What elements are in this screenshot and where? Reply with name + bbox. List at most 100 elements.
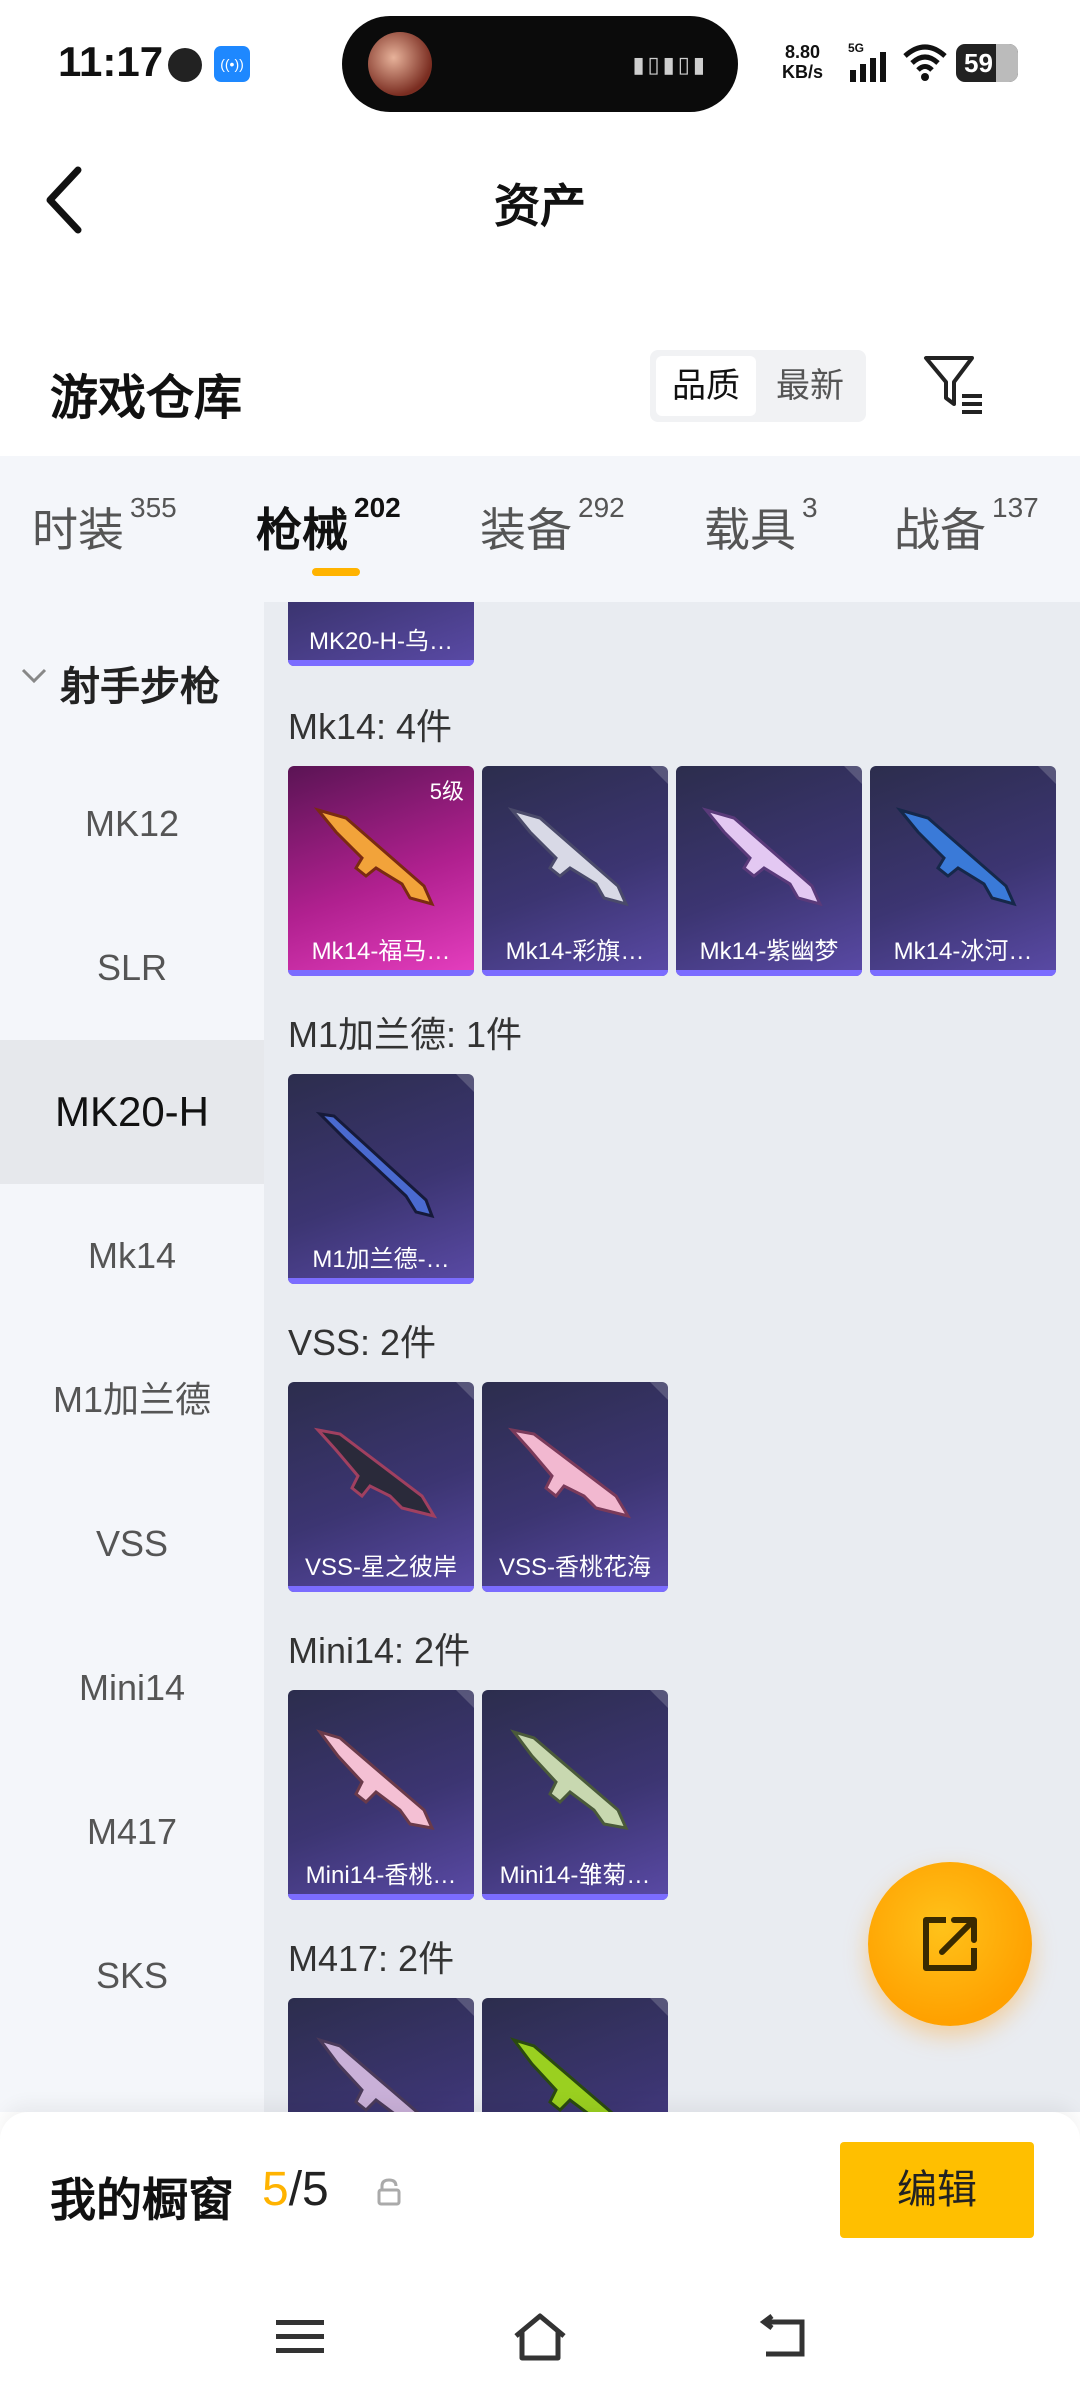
weapon-card[interactable]: Mini14-香桃… bbox=[288, 1690, 474, 1900]
tab-count: 355 bbox=[130, 492, 177, 523]
tab-label: 战备 bbox=[894, 504, 986, 556]
battery-icon: 59 bbox=[956, 44, 1018, 82]
rifle-image bbox=[701, 807, 823, 907]
dynamic-island[interactable]: ▮▯▮▯▮ bbox=[342, 16, 738, 112]
sort-toggle: 品质 最新 bbox=[650, 350, 866, 422]
system-nav-bar bbox=[0, 2282, 1080, 2400]
rifle-image bbox=[895, 807, 1017, 907]
audio-wave-icon: ▮▯▮▯▮ bbox=[632, 52, 708, 77]
tab-fashion[interactable]: 时装 355 bbox=[32, 492, 177, 560]
battery-level: 59 bbox=[964, 48, 993, 78]
rifle-image bbox=[507, 1427, 632, 1519]
group-title-m1-garand: M1加兰德: 1件 bbox=[288, 1014, 523, 1055]
weapon-card[interactable]: Mk14-紫幽梦 bbox=[676, 766, 862, 976]
rifle-image bbox=[313, 1427, 438, 1519]
weapon-card[interactable] bbox=[288, 1998, 474, 2112]
weapon-category-sidebar: 射手步枪 MK12 SLR MK20-H Mk14 M1加兰德 VSS Mini… bbox=[0, 602, 264, 2112]
showcase-total: /5 bbox=[288, 2163, 329, 2216]
rifle-image bbox=[313, 807, 435, 907]
home-icon[interactable] bbox=[512, 2312, 568, 2362]
menu-icon[interactable] bbox=[272, 2312, 328, 2362]
sidebar-item-mini14[interactable]: Mini14 bbox=[0, 1616, 264, 1760]
network-speed-value: 8.80 bbox=[784, 42, 821, 62]
filter-icon[interactable] bbox=[922, 352, 986, 416]
rifle-image bbox=[316, 2037, 420, 2112]
showcase-bar: 我的橱窗 5/5 编辑 bbox=[0, 2112, 1080, 2282]
weapon-card-name: Mini14-雏菊… bbox=[499, 1862, 651, 1889]
weapon-card-name: Mk14-彩旗… bbox=[505, 938, 645, 965]
tab-vehicles[interactable]: 载具 3 bbox=[704, 492, 818, 560]
share-button[interactable] bbox=[868, 1862, 1032, 2026]
active-tab-indicator bbox=[312, 568, 360, 576]
weapon-card-name: Mk14-冰河… bbox=[893, 938, 1033, 965]
weapon-card-name: VSS-星之彼岸 bbox=[304, 1554, 457, 1581]
tab-weapons[interactable]: 枪械 202 bbox=[256, 492, 401, 560]
weapon-card[interactable]: M1加兰德-… bbox=[288, 1074, 474, 1284]
sidebar-group-label: 射手步枪 bbox=[60, 665, 220, 709]
weapon-card[interactable] bbox=[482, 1998, 668, 2112]
warehouse-header: 游戏仓库 品质 最新 bbox=[0, 340, 1080, 440]
weapon-card[interactable]: VSS-星之彼岸 bbox=[288, 1382, 474, 1592]
tab-count: 3 bbox=[802, 492, 818, 523]
tab-count: 292 bbox=[578, 492, 625, 523]
category-tabs: 时装 355 枪械 202 装备 292 载具 3 战备 137 bbox=[0, 456, 1080, 602]
sidebar-item-vss[interactable]: VSS bbox=[0, 1472, 264, 1616]
chevron-down-icon bbox=[21, 668, 47, 684]
external-link-icon bbox=[923, 1917, 977, 1971]
rifle-image bbox=[507, 807, 629, 907]
weapon-card-name: Mk14-福马… bbox=[311, 938, 451, 965]
sidebar-group-marksman[interactable]: 射手步枪 bbox=[0, 642, 264, 716]
hotspot-icon: ((•)) bbox=[214, 46, 250, 82]
network-speed: 8.80 KB/s bbox=[782, 42, 823, 82]
group-title-mini14: Mini14: 2件 bbox=[288, 1630, 471, 1671]
sidebar-item-m417[interactable]: M417 bbox=[0, 1760, 264, 1904]
group-title-vss: VSS: 2件 bbox=[288, 1322, 437, 1363]
weapon-card[interactable]: Mini14-雏菊… bbox=[482, 1690, 668, 1900]
warehouse-title: 游戏仓库 bbox=[50, 372, 243, 425]
rifle-image bbox=[315, 1111, 435, 1219]
weapon-card-name: Mini14-香桃… bbox=[305, 1862, 457, 1889]
network-type: 5G bbox=[848, 41, 864, 55]
sidebar-item-m1-garand[interactable]: M1加兰德 bbox=[0, 1328, 264, 1472]
tab-count: 137 bbox=[992, 492, 1039, 523]
weapon-card[interactable]: Mk14-冰河… bbox=[870, 766, 1056, 976]
weapon-card[interactable]: MK20-H-乌… bbox=[288, 602, 474, 666]
lock-icon bbox=[377, 2178, 401, 2206]
wifi-icon bbox=[903, 44, 947, 81]
sidebar-item-sks[interactable]: SKS bbox=[0, 1904, 264, 2048]
app-header: 资产 bbox=[0, 140, 1080, 260]
sidebar-item-mk14[interactable]: Mk14 bbox=[0, 1184, 264, 1328]
sidebar-item-mk12[interactable]: MK12 bbox=[0, 752, 264, 896]
weapon-card-name: Mk14-紫幽梦 bbox=[699, 938, 839, 965]
tab-label: 装备 bbox=[480, 504, 572, 556]
showcase-title: 我的橱窗 bbox=[50, 2174, 234, 2226]
group-title-m417: M417: 2件 bbox=[288, 1938, 455, 1979]
app-notification-icon bbox=[168, 48, 202, 82]
rifle-image bbox=[316, 1729, 435, 1830]
tab-label: 枪械 bbox=[256, 504, 348, 556]
sidebar-item-mk20h[interactable]: MK20-H bbox=[0, 1040, 264, 1184]
music-avatar bbox=[368, 32, 432, 96]
weapon-card[interactable]: VSS-香桃花海 bbox=[482, 1382, 668, 1592]
sort-newest-button[interactable]: 最新 bbox=[760, 356, 860, 416]
weapon-card-name: VSS-香桃花海 bbox=[498, 1554, 651, 1581]
tab-label: 时装 bbox=[32, 504, 124, 556]
tab-supplies[interactable]: 战备 137 bbox=[894, 492, 1039, 560]
group-title-mk14: Mk14: 4件 bbox=[288, 706, 453, 747]
sidebar-item-slr[interactable]: SLR bbox=[0, 896, 264, 1040]
cellular-signal-icon: 5G bbox=[848, 41, 886, 82]
status-time: 11:17 bbox=[58, 38, 164, 85]
weapon-card[interactable]: Mk14-彩旗… bbox=[482, 766, 668, 976]
rifle-image bbox=[510, 1729, 629, 1830]
rifle-image bbox=[510, 2037, 614, 2112]
back-nav-icon[interactable] bbox=[752, 2312, 808, 2362]
network-speed-unit: KB/s bbox=[782, 62, 824, 82]
tab-count: 202 bbox=[354, 492, 401, 523]
sort-quality-button[interactable]: 品质 bbox=[656, 356, 756, 416]
showcase-current: 5 bbox=[262, 2163, 289, 2216]
showcase-count: 5/5 bbox=[262, 2162, 329, 2217]
edit-button[interactable]: 编辑 bbox=[840, 2142, 1034, 2238]
page-title: 资产 bbox=[494, 180, 586, 232]
tab-equipment[interactable]: 装备 292 bbox=[480, 492, 625, 560]
weapon-card[interactable]: 5级 Mk14-福马… bbox=[288, 766, 474, 976]
